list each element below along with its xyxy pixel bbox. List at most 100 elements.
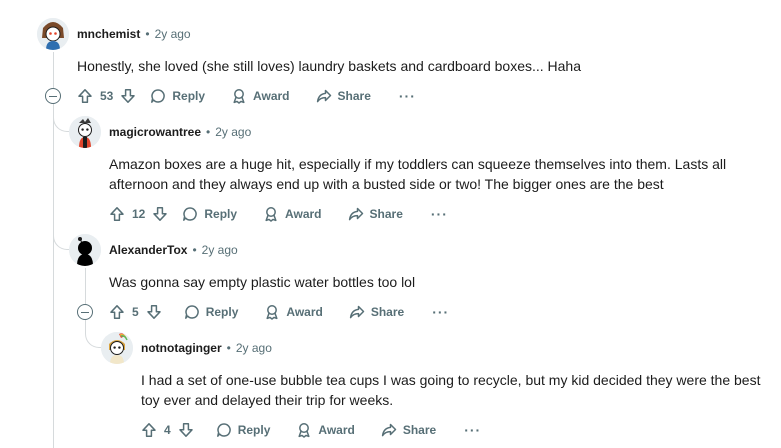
upvote-button[interactable] [109, 206, 125, 222]
timestamp[interactable]: 2y ago [155, 27, 191, 41]
share-arrow-icon [381, 423, 397, 437]
separator-dot: • [206, 125, 211, 139]
more-options-button[interactable]: ··· [431, 206, 448, 222]
comment-bubble-icon [151, 89, 166, 103]
timestamp[interactable]: 2y ago [215, 125, 251, 139]
avatar[interactable] [101, 332, 133, 364]
comment-body: Honestly, she loved (she still loves) la… [77, 58, 582, 74]
share-arrow-icon [316, 89, 331, 103]
separator-dot: • [192, 243, 197, 257]
award-button[interactable]: Award [231, 88, 290, 104]
award-icon [233, 89, 245, 104]
more-options-button[interactable]: ··· [464, 422, 481, 438]
comment-body: Amazon boxes are a huge hit, especially … [109, 156, 727, 192]
separator-dot: • [145, 27, 150, 41]
avatar[interactable] [69, 116, 101, 148]
share-label: Share [402, 423, 437, 437]
timestamp[interactable]: 2y ago [202, 243, 238, 257]
comment-meta: notnotaginger • 2y ago [141, 340, 272, 356]
downvote-button[interactable] [146, 304, 162, 320]
avatar[interactable] [37, 18, 69, 50]
share-button[interactable]: Share [316, 88, 371, 104]
vote-count: 4 [164, 423, 171, 437]
upvote-icon [142, 423, 156, 437]
award-icon [265, 207, 277, 222]
comment-body: I had a set of one-use bubble tea cups I… [141, 372, 761, 408]
comment-meta: mnchemist • 2y ago [77, 26, 191, 42]
award-label: Award [285, 207, 322, 221]
comment-bubble-icon [184, 305, 199, 319]
upvote-button[interactable] [77, 88, 93, 104]
share-button[interactable]: Share [349, 304, 404, 320]
award-label: Award [286, 305, 323, 319]
vote-count: 12 [132, 207, 146, 221]
thread-branch [85, 320, 101, 348]
collapse-thread-button[interactable] [45, 88, 61, 104]
comment-bubble-icon [183, 207, 198, 221]
more-options-button[interactable]: ··· [432, 304, 449, 320]
vote-group: 5 [109, 304, 162, 320]
downvote-icon [121, 89, 136, 103]
share-arrow-icon [348, 207, 363, 221]
downvote-button[interactable] [152, 206, 168, 222]
thread-branch [53, 132, 69, 250]
minus-icon [81, 311, 89, 313]
reply-label: Reply [204, 207, 238, 221]
collapse-thread-button[interactable] [77, 304, 93, 320]
upvote-icon [110, 305, 124, 319]
comment-body: Was gonna say empty plastic water bottle… [109, 274, 416, 290]
thread-line [85, 268, 86, 304]
award-icon [266, 305, 278, 320]
share-label: Share [369, 207, 403, 221]
vote-count: 5 [132, 305, 139, 319]
thread-line [53, 52, 54, 88]
downvote-button[interactable] [120, 88, 136, 104]
vote-group: 12 [109, 206, 168, 222]
downvote-icon [153, 207, 168, 221]
thread-branch [53, 104, 69, 132]
share-label: Share [370, 305, 405, 319]
snoo-avatar-icon [101, 332, 133, 364]
username[interactable]: AlexanderTox [109, 243, 187, 257]
downvote-icon [178, 423, 193, 437]
award-label: Award [318, 423, 355, 437]
comment-bubble-icon [216, 423, 231, 437]
comment-actions: 12 Reply Award Share ··· [109, 204, 448, 224]
upvote-button[interactable] [141, 422, 157, 438]
upvote-icon [110, 207, 124, 221]
share-label: Share [337, 89, 371, 103]
downvote-icon [146, 305, 161, 319]
award-label: Award [253, 89, 290, 103]
username[interactable]: mnchemist [77, 27, 140, 41]
username[interactable]: notnotaginger [141, 341, 222, 355]
vote-group: 4 [141, 422, 194, 438]
timestamp[interactable]: 2y ago [236, 341, 272, 355]
share-button[interactable]: Share [348, 206, 403, 222]
share-button[interactable]: Share [381, 422, 436, 438]
minus-icon [49, 95, 57, 97]
vote-group: 53 [77, 88, 136, 104]
downvote-button[interactable] [178, 422, 194, 438]
more-options-button[interactable]: ··· [399, 88, 416, 104]
reply-button[interactable]: Reply [150, 88, 205, 104]
snoo-avatar-icon [69, 234, 101, 266]
separator-dot: • [226, 341, 231, 355]
comment-meta: magicrowantree • 2y ago [109, 124, 251, 140]
comment-meta: AlexanderTox • 2y ago [109, 242, 238, 258]
upvote-icon [78, 89, 92, 103]
reply-button[interactable]: Reply [216, 422, 271, 438]
award-icon [298, 423, 310, 438]
upvote-button[interactable] [109, 304, 125, 320]
comment-actions: 5 Reply Award Share ··· [109, 302, 449, 322]
username[interactable]: magicrowantree [109, 125, 201, 139]
award-button[interactable]: Award [263, 206, 322, 222]
award-button[interactable]: Award [264, 304, 323, 320]
reply-label: Reply [172, 89, 206, 103]
award-button[interactable]: Award [296, 422, 355, 438]
vote-count: 53 [100, 89, 114, 103]
reply-button[interactable]: Reply [184, 304, 238, 320]
reply-button[interactable]: Reply [182, 206, 237, 222]
reply-label: Reply [237, 423, 271, 437]
avatar[interactable] [69, 234, 101, 266]
snoo-avatar-icon [37, 18, 69, 50]
